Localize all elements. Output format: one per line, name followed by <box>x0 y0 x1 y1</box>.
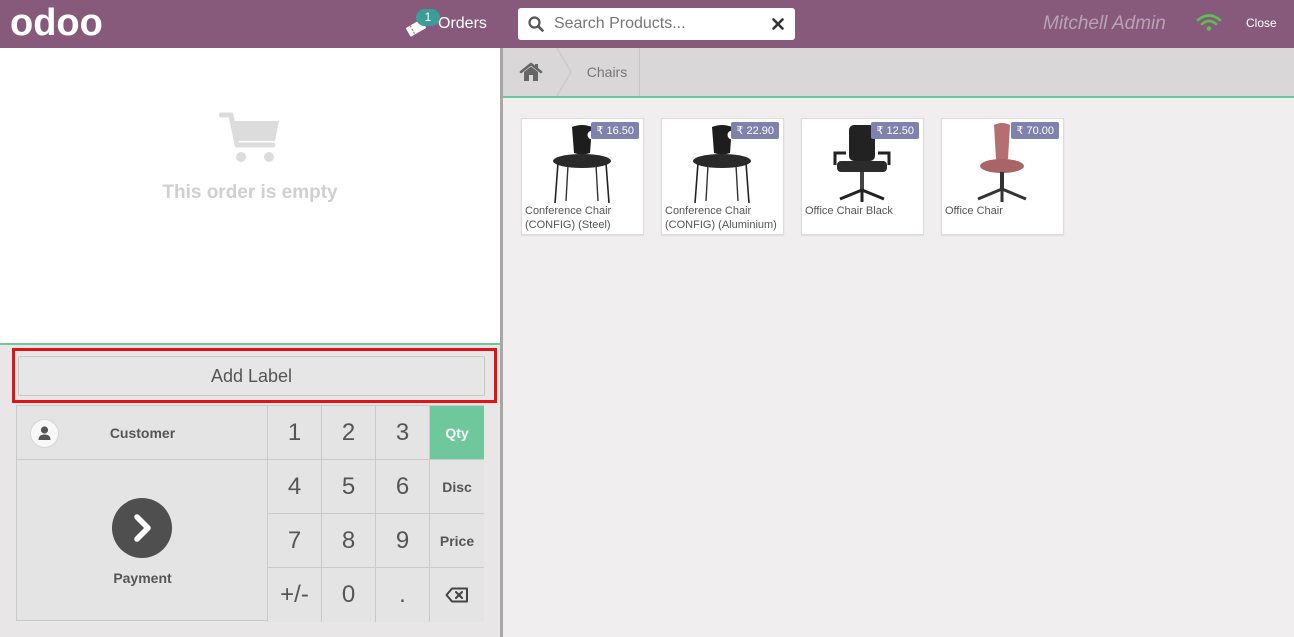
left-pane: This order is empty Add Label Customer P… <box>0 48 500 637</box>
odoo-logo: odoo <box>10 7 103 41</box>
numpad-key-4[interactable]: 4 <box>268 460 322 514</box>
product-price: ₹ 12.50 <box>871 122 919 139</box>
search-icon <box>518 8 554 40</box>
payment-label: Payment <box>113 570 172 586</box>
product-price: ₹ 22.90 <box>731 122 779 139</box>
numpad-key-plus-minus[interactable]: +/- <box>268 568 322 622</box>
breadcrumb: Chairs <box>503 48 1294 98</box>
mode-price-button[interactable]: Price <box>430 514 484 568</box>
product-price: ₹ 16.50 <box>591 122 639 139</box>
numpad-key-8[interactable]: 8 <box>322 514 376 568</box>
search-box <box>518 8 795 40</box>
product-card[interactable]: ₹ 16.50 Conference Chair (CONFIG) (Steel… <box>521 118 644 235</box>
numpad-key-9[interactable]: 9 <box>376 514 430 568</box>
orders-label: Orders <box>438 15 487 32</box>
product-card[interactable]: ₹ 22.90 Conference Chair (CONFIG) (Alumi… <box>661 118 784 235</box>
orders-button[interactable]: 1 Orders <box>404 9 487 39</box>
breadcrumb-separator <box>556 48 572 96</box>
numpad-key-7[interactable]: 7 <box>268 514 322 568</box>
product-name: Conference Chair (CONFIG) (Aluminium) <box>665 205 777 231</box>
product-name: Conference Chair (CONFIG) (Steel) <box>525 205 612 231</box>
orders-count-badge: 1 <box>416 9 440 26</box>
breadcrumb-item-chairs[interactable]: Chairs <box>575 48 640 96</box>
numpad-key-dot[interactable]: . <box>376 568 430 622</box>
add-label-button[interactable]: Add Label <box>18 356 485 396</box>
ticket-icon: 1 <box>404 9 440 39</box>
product-name: Office Chair Black <box>805 205 893 217</box>
home-icon[interactable] <box>503 48 558 96</box>
product-price: ₹ 70.00 <box>1011 122 1059 139</box>
backspace-icon <box>445 587 468 603</box>
customer-button[interactable]: Customer <box>17 406 268 460</box>
numpad-key-1[interactable]: 1 <box>268 406 322 460</box>
numpad-key-2[interactable]: 2 <box>322 406 376 460</box>
close-button[interactable]: Close <box>1246 16 1277 30</box>
numpad-key-0[interactable]: 0 <box>322 568 376 622</box>
numpad-key-5[interactable]: 5 <box>322 460 376 514</box>
mode-qty-button[interactable]: Qty <box>430 406 484 460</box>
backspace-button[interactable] <box>430 568 484 622</box>
customer-label: Customer <box>109 425 176 441</box>
chevron-right-icon <box>112 498 172 558</box>
order-container: This order is empty <box>0 48 500 345</box>
search-input[interactable] <box>553 9 761 39</box>
wifi-icon <box>1196 13 1222 33</box>
mode-disc-button[interactable]: Disc <box>430 460 484 514</box>
clear-search-icon[interactable] <box>761 8 795 40</box>
shopping-cart-icon <box>219 112 279 162</box>
control-pad: Customer Payment 1 2 3 Qty 4 5 6 Disc 7 … <box>16 405 484 622</box>
product-card[interactable]: ₹ 70.00 Office Chair <box>941 118 1064 235</box>
pos-header: odoo 1 Orders Mit <box>0 0 1294 48</box>
payment-button[interactable]: Payment <box>17 460 268 622</box>
products-pane: Chairs ₹ 16.50 Conference Chair (CONFIG)… <box>503 48 1294 637</box>
numpad-key-6[interactable]: 6 <box>376 460 430 514</box>
user-name[interactable]: Mitchell Admin <box>1043 13 1166 35</box>
numpad-key-3[interactable]: 3 <box>376 406 430 460</box>
empty-order-text: This order is empty <box>162 182 338 203</box>
add-label-highlight: Add Label <box>12 348 497 403</box>
svg-text:odoo: odoo <box>10 7 103 41</box>
product-card[interactable]: ₹ 12.50 Office Chair Black <box>801 118 924 235</box>
product-name: Office Chair <box>945 205 1003 217</box>
